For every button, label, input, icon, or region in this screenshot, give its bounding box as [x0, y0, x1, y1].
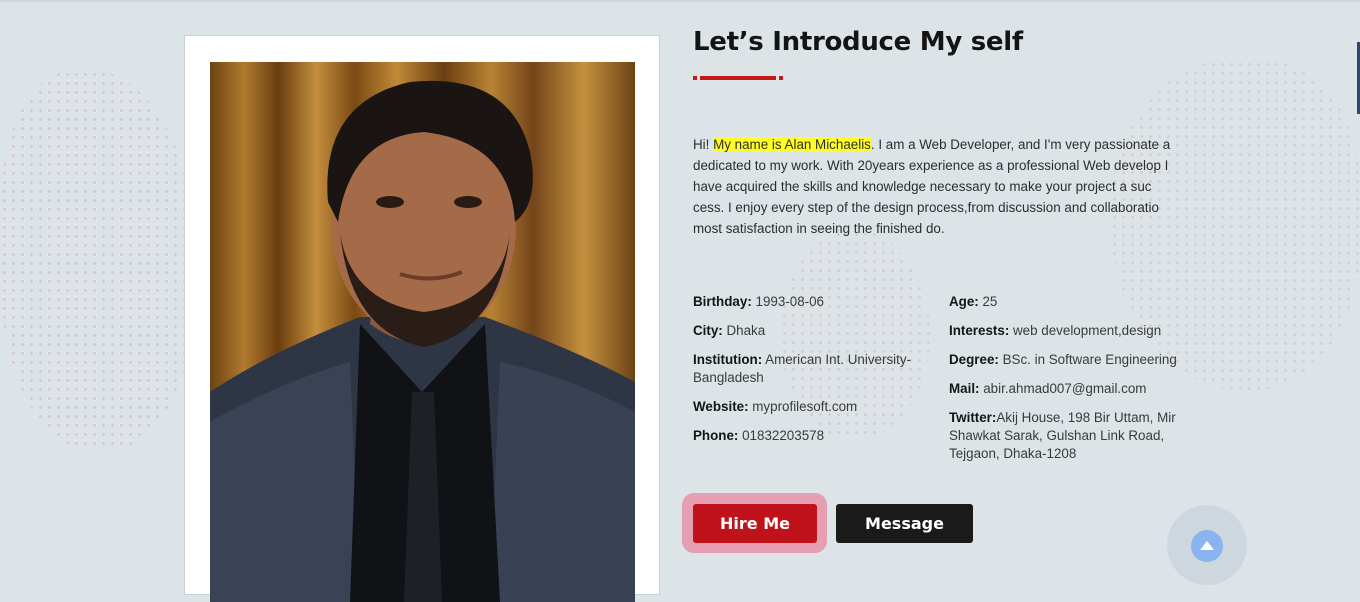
detail-label: Degree: — [949, 352, 999, 367]
detail-label: Birthday: — [693, 294, 752, 309]
detail-label: City: — [693, 323, 723, 338]
arrow-up-icon — [1200, 541, 1214, 550]
detail-birthday: Birthday: 1993-08-06 — [693, 293, 933, 311]
profile-photo-frame — [184, 35, 660, 602]
detail-value: 1993-08-06 — [751, 294, 825, 309]
detail-phone: Phone: 01832203578 — [693, 427, 933, 445]
detail-mail: Mail: abir.ahmad007@gmail.com — [949, 380, 1189, 398]
detail-value: web development,design — [1009, 323, 1162, 338]
detail-label: Website: — [693, 399, 749, 414]
detail-value: 01832203578 — [738, 428, 825, 443]
detail-value: abir.ahmad007@gmail.com — [979, 381, 1147, 396]
detail-value: BSc. in Software Engineering — [998, 352, 1177, 367]
detail-label: Interests: — [949, 323, 1010, 338]
detail-interests: Interests: web development,design — [949, 322, 1189, 340]
detail-website: Website: myprofilesoft.com — [693, 398, 933, 416]
detail-institution: Institution: American Int. University-Ba… — [693, 351, 933, 387]
top-divider — [0, 0, 1360, 2]
portrait-illustration — [210, 80, 635, 602]
detail-label: Mail: — [949, 381, 980, 396]
intro-paragraph: Hi! My name is Alan Michaelis. I am a We… — [693, 134, 1181, 239]
dot-pattern-left — [0, 70, 200, 450]
detail-label: Phone: — [693, 428, 739, 443]
detail-city: City: Dhaka — [693, 322, 933, 340]
detail-age: Age: 25 — [949, 293, 1189, 311]
profile-photo — [210, 62, 635, 602]
intro-highlight: My name is Alan Michaelis — [713, 137, 871, 152]
title-underline — [693, 76, 783, 80]
detail-label: Age: — [949, 294, 979, 309]
intro-prefix: Hi! — [693, 137, 714, 152]
detail-twitter: Twitter:Akij House, 198 Bir Uttam, Mir S… — [949, 409, 1181, 463]
detail-label: Institution: — [693, 352, 763, 367]
hire-me-button[interactable]: Hire Me — [693, 504, 817, 543]
message-button[interactable]: Message — [836, 504, 973, 543]
detail-degree: Degree: BSc. in Software Engineering — [949, 351, 1189, 369]
scroll-to-top-button[interactable] — [1191, 530, 1223, 562]
detail-value: 25 — [978, 294, 998, 309]
detail-label: Twitter: — [949, 410, 997, 425]
detail-value: myprofilesoft.com — [748, 399, 858, 414]
detail-value: Dhaka — [722, 323, 766, 338]
section-title: Let’s Introduce My self — [693, 27, 1023, 57]
